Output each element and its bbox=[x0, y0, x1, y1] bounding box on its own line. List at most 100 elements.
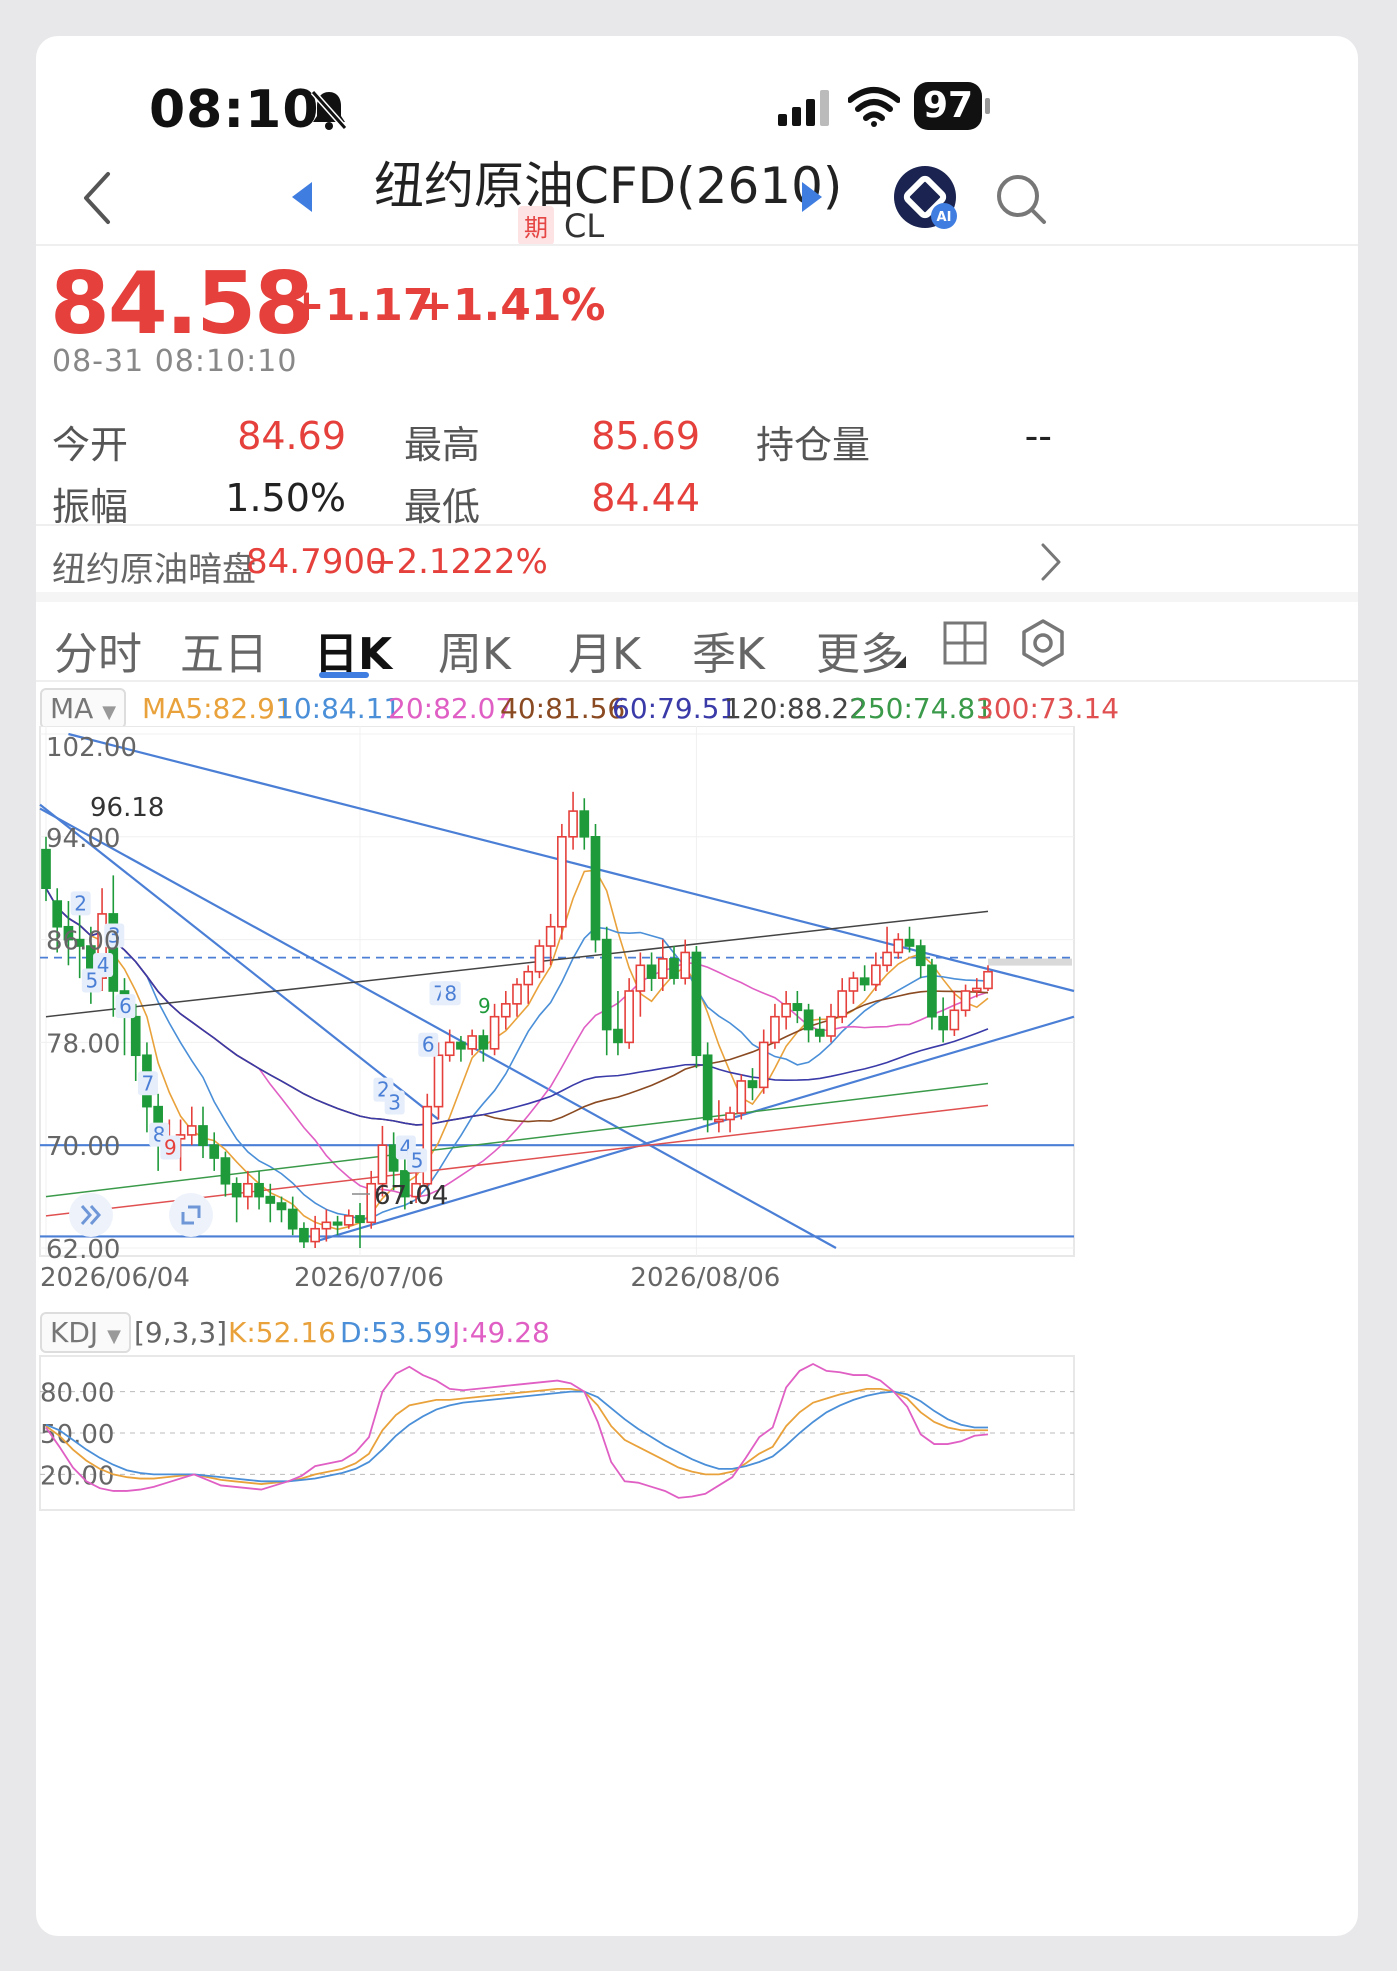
candle-up bbox=[736, 1080, 747, 1114]
candle-down bbox=[355, 1215, 365, 1224]
header-divider bbox=[36, 244, 1358, 246]
signal-icon bbox=[778, 90, 829, 126]
grid-layout-icon[interactable] bbox=[942, 620, 988, 666]
price-tag-shadow bbox=[988, 958, 1072, 966]
candle-up bbox=[343, 1215, 354, 1226]
search-icon[interactable] bbox=[994, 172, 1050, 228]
svg-text:AI: AI bbox=[937, 210, 952, 225]
candle-down bbox=[299, 1227, 309, 1243]
candle-up bbox=[557, 836, 567, 928]
y-tick-label: 62.00 bbox=[46, 1235, 120, 1265]
tab-monthly-k[interactable]: 月K bbox=[568, 618, 641, 682]
bell-muted-icon bbox=[310, 90, 348, 130]
candle-down bbox=[287, 1208, 298, 1230]
next-symbol-icon[interactable] bbox=[800, 180, 824, 214]
candle-down bbox=[613, 1028, 623, 1044]
candle-up bbox=[512, 983, 522, 1005]
candle-down bbox=[220, 1157, 231, 1185]
ma-legend-item: 300:73.14 bbox=[976, 692, 1120, 725]
candle-down bbox=[814, 1028, 825, 1037]
kdj-y-tick-label: 80.00 bbox=[40, 1379, 114, 1409]
ma-legend-item: 40:81.56 bbox=[500, 692, 626, 725]
candle-up bbox=[186, 1125, 197, 1136]
candle-down bbox=[646, 964, 657, 979]
page-title: 纽约原油CFD(2610) bbox=[374, 157, 843, 215]
symbol-subtitle: 期 CL bbox=[518, 206, 604, 245]
wave-label: 3 bbox=[388, 1091, 401, 1115]
wave-label: 6 bbox=[422, 1033, 435, 1057]
amplitude-value: 1.50% bbox=[225, 476, 346, 520]
prev-symbol-icon[interactable] bbox=[290, 180, 314, 214]
ma-selector[interactable]: MA ▼ bbox=[40, 688, 127, 729]
dark-pool-value: 84.7900 bbox=[246, 542, 387, 582]
candle-down bbox=[938, 1015, 948, 1031]
candle-up bbox=[983, 970, 993, 990]
candle-up bbox=[310, 1227, 320, 1243]
ma-selector-label: MA bbox=[50, 692, 94, 725]
candle-up bbox=[848, 977, 859, 992]
candle-up bbox=[893, 938, 904, 954]
kdj-chart[interactable]: 80.0050.0020.00 bbox=[36, 1354, 1358, 1524]
tabs-divider bbox=[36, 680, 1358, 682]
ma-legend-item: 60:79.51 bbox=[612, 692, 738, 725]
tab-weekly-k[interactable]: 周K bbox=[438, 618, 511, 682]
settings-icon[interactable] bbox=[1018, 618, 1068, 668]
candle-up bbox=[949, 1009, 960, 1031]
candle-up bbox=[871, 964, 881, 986]
candle-down bbox=[904, 938, 915, 947]
amplitude-label: 振幅 bbox=[52, 485, 129, 529]
candle-up bbox=[971, 987, 982, 992]
kdj-params: [9,3,3] bbox=[134, 1316, 228, 1349]
quote-timestamp: 08-31 08:10:10 bbox=[52, 344, 298, 379]
low-value: 84.44 bbox=[591, 476, 700, 520]
candle-up bbox=[635, 964, 646, 992]
wave-label: 9 bbox=[164, 1136, 177, 1160]
wave-label: 5 bbox=[85, 968, 98, 992]
x-tick-label: 2026/08/06 bbox=[630, 1263, 780, 1293]
tab-intraday[interactable]: 分时 bbox=[54, 618, 142, 682]
candle-up bbox=[714, 1118, 724, 1123]
candle-up bbox=[781, 1003, 791, 1018]
wave-label: 2 bbox=[74, 891, 87, 915]
back-chevron-icon[interactable] bbox=[82, 170, 112, 226]
wave-label: 7 bbox=[142, 1071, 155, 1095]
candle-up bbox=[882, 951, 892, 967]
expand-left-icon[interactable] bbox=[68, 1192, 114, 1238]
candle-down bbox=[231, 1182, 242, 1198]
candle-up bbox=[545, 925, 556, 947]
candle-down bbox=[915, 945, 926, 967]
y-tick-label: 70.00 bbox=[46, 1132, 120, 1162]
app-window: 08:10 97 纽约原油CFD(2610) 期 CL AI 84.58 +1.… bbox=[36, 36, 1358, 1936]
candle-up bbox=[534, 945, 545, 973]
price-change: +1.17 bbox=[288, 280, 434, 331]
open-label: 今开 bbox=[52, 423, 129, 467]
wave-label: 6 bbox=[119, 994, 132, 1018]
candle-down bbox=[601, 938, 612, 1031]
candle-down bbox=[41, 848, 51, 890]
dark-pool-row[interactable]: 纽约原油暗盘 84.7900 +2.1222% bbox=[36, 526, 1358, 592]
kdj-legend-j: J:49.28 bbox=[452, 1316, 550, 1349]
open-value: 84.69 bbox=[237, 414, 346, 458]
candle-up bbox=[680, 951, 691, 979]
kdj-selector[interactable]: KDJ ▼ bbox=[40, 1312, 131, 1353]
tab-more[interactable]: 更多 bbox=[816, 618, 904, 682]
candle-up bbox=[500, 1003, 511, 1018]
ai-assistant-icon[interactable]: AI bbox=[892, 164, 962, 234]
last-price: 84.58 bbox=[50, 254, 314, 354]
open-interest-value: -- bbox=[1024, 414, 1052, 458]
y-tick-label: 86.00 bbox=[46, 927, 120, 957]
candle-up bbox=[960, 990, 971, 1012]
tab-five-day[interactable]: 五日 bbox=[180, 618, 268, 682]
candle-down bbox=[747, 1080, 758, 1089]
ma-selector-caret: ▼ bbox=[102, 702, 117, 723]
candle-down bbox=[590, 836, 601, 941]
kline-chart[interactable]: 2345678923456789 102.0094.0086.0078.0070… bbox=[36, 726, 1358, 1366]
candle-up bbox=[321, 1221, 332, 1230]
candle-up bbox=[523, 970, 534, 986]
dark-pool-label: 纽约原油暗盘 bbox=[52, 550, 256, 590]
candle-up bbox=[433, 1054, 444, 1108]
tab-quarterly-k[interactable]: 季K bbox=[692, 618, 765, 682]
candle-down bbox=[927, 964, 937, 1018]
candle-down bbox=[702, 1054, 713, 1121]
fullscreen-icon[interactable] bbox=[168, 1192, 214, 1238]
